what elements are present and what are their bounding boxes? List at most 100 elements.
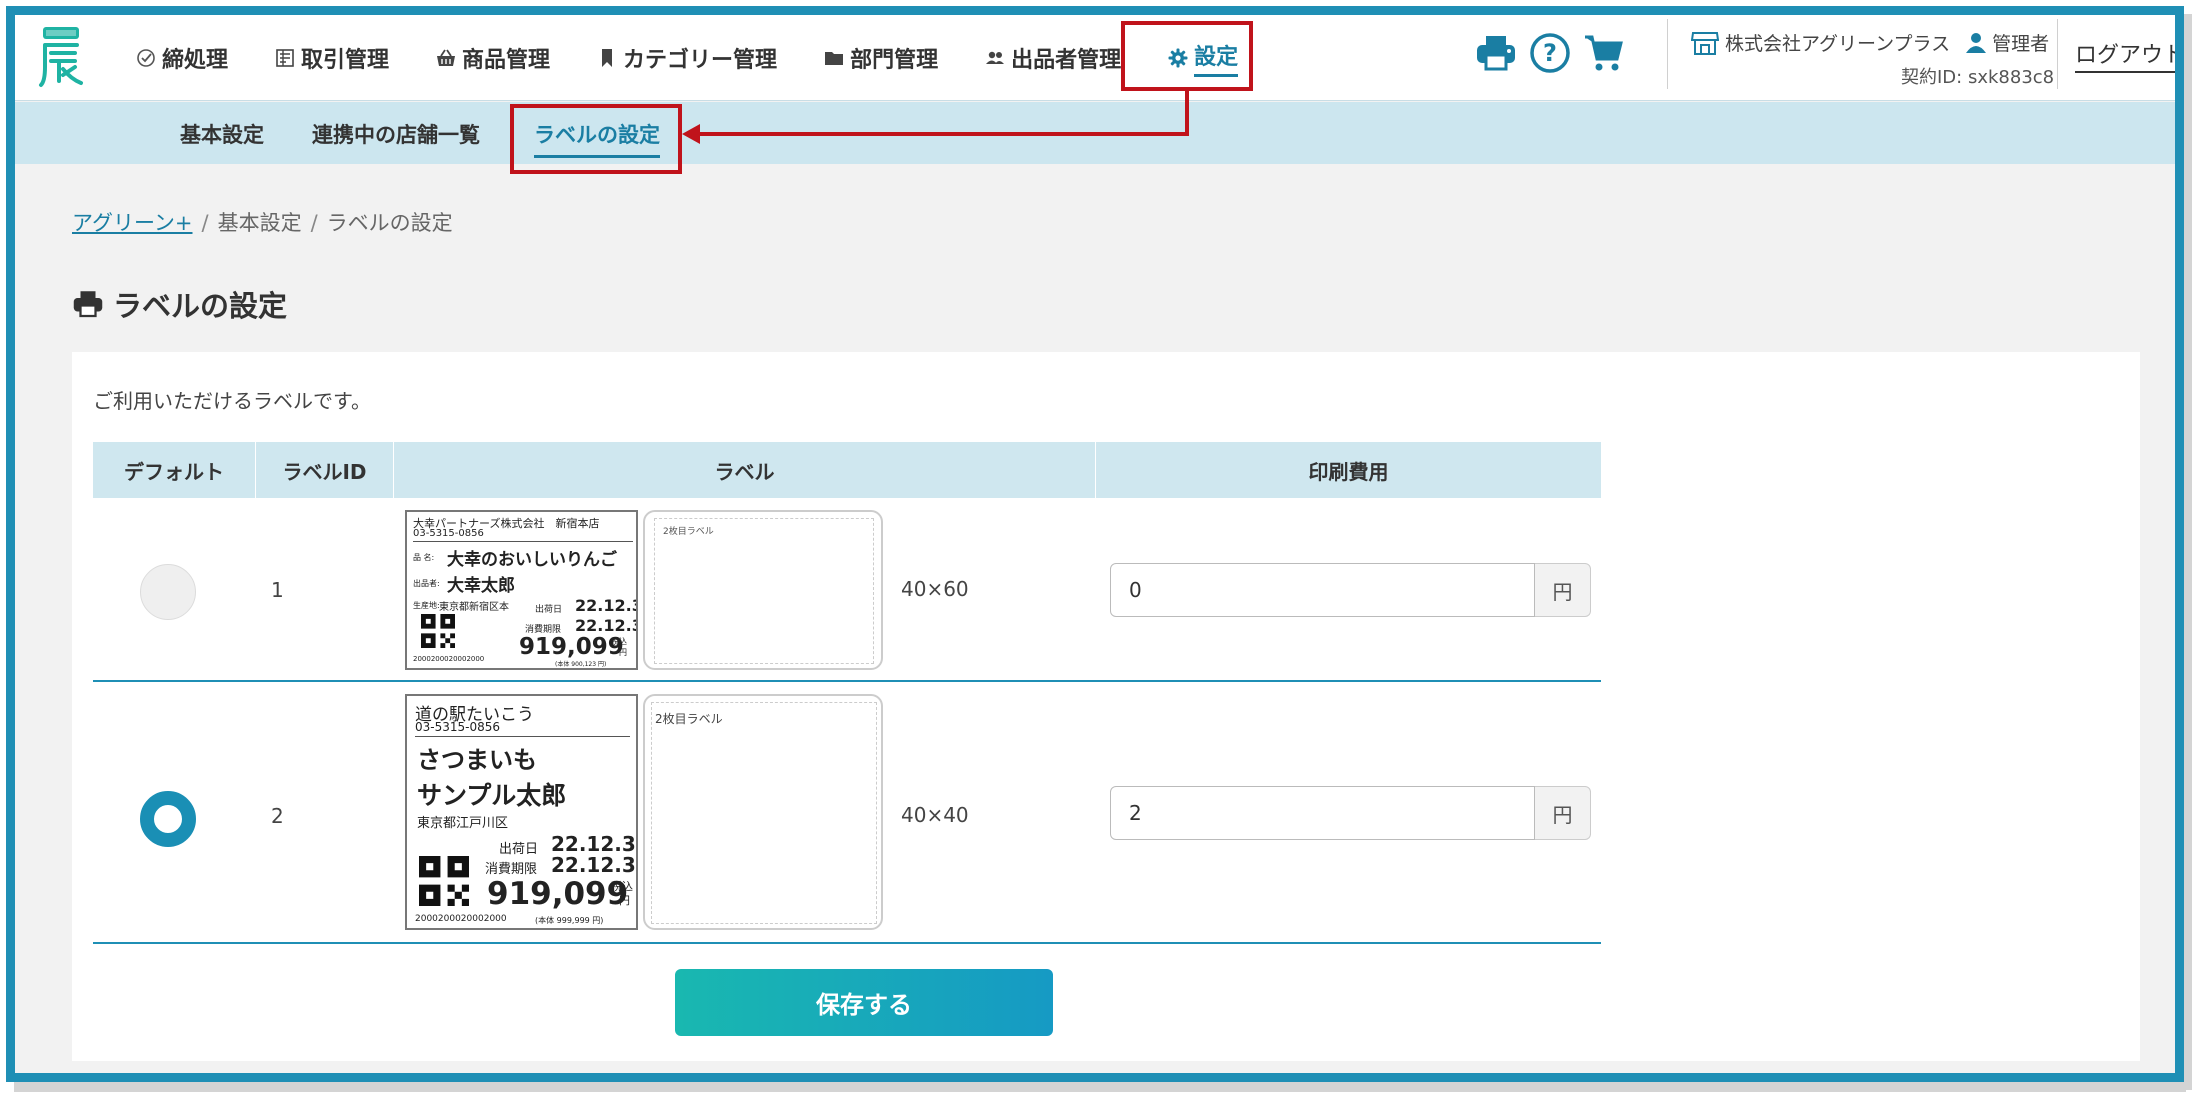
print-cost-input[interactable] [1110,786,1535,840]
label-yen: 円 [619,648,627,657]
nav-sellers[interactable]: 出品者管理 [984,42,1121,74]
label-back-inner [654,518,874,664]
label-base-price: (本体 999,999 円) [535,916,604,925]
check-circle-icon [137,49,155,67]
nav-transactions[interactable]: 取引管理 [274,42,389,74]
label-expiry: 22.12.31 [551,853,636,877]
ledger-icon [276,49,294,67]
table-header: デフォルト ラベルID ラベル 印刷費用 [93,442,1601,498]
label-phone: 03-5315-0856 [413,528,484,539]
print-cost-group: 円 [1110,563,1591,617]
label-key: 消費期限 [485,862,538,877]
label-size: 40×60 [901,577,969,601]
label-producer: 大幸太郎 [447,576,515,596]
label-base-price: (本体 900,123 円) [555,661,607,668]
folder-icon [825,52,844,65]
label-phone: 03-5315-0856 [415,720,501,734]
default-radio[interactable] [140,564,196,620]
printer-icon[interactable] [1475,33,1517,73]
label-back-text: 2枚目ラベル [655,712,723,726]
nav-closing[interactable]: 締処理 [135,42,228,74]
label-table: デフォルト ラベルID ラベル 印刷費用 1 大幸パートナーズ株式会社 新宿本店… [93,442,1601,944]
bookmark-icon [602,49,613,67]
label-producer: サンプル太郎 [417,781,567,810]
user-icon [1966,32,1987,53]
yen-unit: 円 [1535,786,1591,840]
frame-shadow-right [2184,14,2192,1090]
label-preview-front: 大幸パートナーズ株式会社 新宿本店 03-5315-0856 品 名: 大幸のお… [405,510,638,670]
label-ship-date: 22.12.31 [575,596,636,615]
subnav-linked-stores[interactable]: 連携中の店舗一覧 [312,119,480,149]
subnav-basic-settings[interactable]: 基本設定 [180,119,264,149]
label-tax: 税込 [611,637,627,646]
yen-unit: 円 [1535,563,1591,617]
breadcrumb-separator: / [310,211,318,235]
label-price: 919,099 [487,876,629,912]
label-expiry: 22.12.31 [575,616,636,635]
breadcrumb-home[interactable]: アグリーン+ [72,211,193,235]
print-cost-input[interactable] [1110,563,1535,617]
annotation-label-box [510,104,682,174]
breadcrumb-current: ラベルの設定 [326,211,453,235]
annotation-line-vertical [1185,91,1189,136]
company-name: 株式会社アグリーンプラス [1725,33,1951,55]
table-row: 2 道の駅たいこう 03-5315-0856 さつまいも サンプル太郎 東京都江… [93,682,1601,944]
help-icon[interactable]: ? [1529,32,1571,74]
contract-id: 契約ID: sxk883c8 [1901,67,2055,88]
users-icon [986,51,1005,64]
label-key: 生産地: [413,601,440,610]
nav-departments[interactable]: 部門管理 [823,42,938,74]
label-divider [413,541,633,542]
nav-categories[interactable]: カテゴリー管理 [596,42,777,74]
label-barcode-number: 2000200020002000 [413,655,485,663]
label-barcode-number: 2000200020002000 [415,914,507,924]
annotation-line-horizontal [695,132,1189,136]
breadcrumb-separator: / [201,211,209,235]
app-window: 締処理 取引管理 商品管理 カテゴリー管理 部門管理 出品者管理 設定 ? 株式… [6,6,2184,1082]
header-tools: ? [1475,32,1637,74]
label-preview-back: 2枚目ラベル [643,694,883,930]
nav-label: カテゴリー管理 [623,48,778,73]
label-address: 東京都新宿区本 [439,602,509,613]
label-price: 919,099 [519,634,624,660]
breadcrumb-middle: 基本設定 [217,211,302,235]
svg-text:?: ? [1543,39,1557,67]
logout-link[interactable]: ログアウト [2075,37,2175,73]
label-back-inner [651,702,877,924]
label-product: 大幸のおいしいりんご [447,550,617,570]
save-button[interactable]: 保存する [675,969,1053,1036]
qr-code-icon [421,614,455,648]
page-title: ラベルの設定 [72,283,287,325]
main-nav: 締処理 取引管理 商品管理 カテゴリー管理 部門管理 出品者管理 設定 [135,15,1284,101]
page-title-text: ラベルの設定 [113,289,288,323]
col-print-cost: 印刷費用 [1308,459,1389,484]
label-id: 2 [271,804,284,828]
label-address: 東京都江戸川区 [417,816,509,831]
label-size: 40×40 [901,803,969,827]
annotation-settings-box [1121,21,1253,91]
nav-label: 商品管理 [462,48,551,73]
label-key: 出品者: [413,579,440,588]
col-default: デフォルト [93,442,256,498]
label-settings-card: ご利用いただけるラベルです。 デフォルト ラベルID ラベル 印刷費用 1 大幸… [72,352,2140,1061]
header-divider [2057,19,2058,89]
label-back-text: 2枚目ラベル [663,527,714,537]
table-row: 1 大幸パートナーズ株式会社 新宿本店 03-5315-0856 品 名: 大幸… [93,498,1601,682]
nav-label: 部門管理 [850,48,939,73]
user-role: 管理者 [1992,33,2050,55]
annotation-arrowhead [682,124,700,144]
label-preview-front: 道の駅たいこう 03-5315-0856 さつまいも サンプル太郎 東京都江戸川… [405,694,638,930]
label-divider [415,736,630,737]
print-cost-group: 円 [1110,786,1591,840]
nav-products[interactable]: 商品管理 [435,42,550,74]
label-key: 出荷日 [499,842,539,857]
store-icon [1691,31,1719,55]
cart-icon[interactable] [1583,32,1625,74]
qr-code-icon [419,856,469,906]
intro-text: ご利用いただけるラベルです。 [93,389,371,413]
default-radio-selected[interactable] [140,791,196,847]
account-info: 株式会社アグリーンプラス 管理者 [1691,29,2049,56]
breadcrumb: アグリーン+ / 基本設定 / ラベルの設定 [72,207,453,237]
agri-logo-icon[interactable] [37,23,85,89]
label-key: 出荷日 [535,605,563,615]
